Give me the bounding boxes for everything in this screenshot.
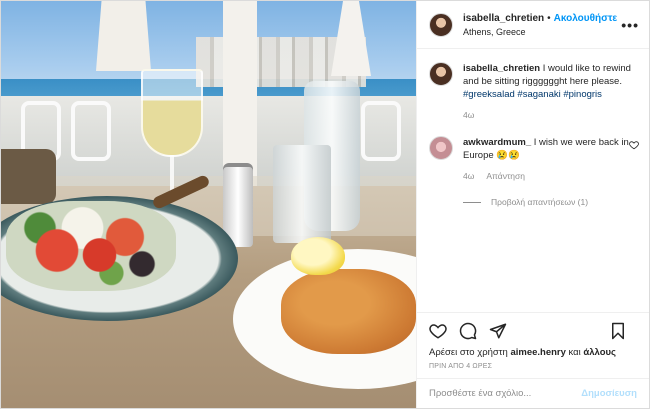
comment-meta: 4ω Απάντηση (463, 170, 629, 183)
follow-button[interactable]: Ακολουθήστε (554, 13, 618, 24)
likes-summary: Αρέσει στο χρήστη aimee.henry και άλλους (429, 347, 639, 358)
caption-body: isabella_chretien I would like to rewind… (463, 62, 639, 122)
hashtag-link[interactable]: #pinogris (563, 89, 602, 100)
caption-meta: 4ω (463, 109, 639, 122)
separator-dot: • (547, 12, 551, 24)
photo-water-glass (273, 145, 331, 243)
more-options-icon[interactable]: ••• (621, 17, 639, 33)
likes-user[interactable]: aimee.henry (510, 347, 565, 358)
view-replies-button[interactable]: Προβολή απαντήσεων (1) (463, 197, 639, 207)
comment-icon[interactable] (459, 322, 477, 340)
photo-umbrella (96, 1, 151, 71)
header-line: isabella_chretien • Ακολουθήστε (463, 13, 621, 24)
share-icon[interactable] (489, 322, 507, 340)
location-link[interactable]: Athens, Greece (463, 27, 621, 37)
caption-age[interactable]: 4ω (463, 110, 474, 120)
photo-saganaki (281, 269, 416, 354)
caption-comment: isabella_chretien I would like to rewind… (429, 62, 639, 122)
post-side-panel: isabella_chretien • Ακολουθήστε Athens, Gr… (416, 1, 649, 408)
comment-input[interactable] (429, 388, 582, 399)
caption-avatar[interactable] (429, 62, 453, 86)
photo-bread-basket (1, 149, 56, 204)
likes-others-link[interactable]: άλλους (583, 347, 616, 358)
header-text: isabella_chretien • Ακολουθήστε Athens, Gr… (463, 13, 621, 37)
photo-chair (361, 101, 401, 161)
replies-divider (463, 201, 481, 203)
author-username[interactable]: isabella_chretien (463, 13, 544, 24)
photo-greek-salad (6, 201, 176, 291)
like-heart-icon[interactable] (429, 322, 447, 340)
instagram-post-dialog: isabella_chretien • Ακολουθήστε Athens, Gr… (0, 0, 650, 409)
post-comment-button[interactable]: Δημοσίευση (581, 388, 637, 399)
photo-wine-glass (141, 69, 203, 157)
hashtag-link[interactable]: #greeksalad (463, 89, 515, 100)
comment-like-heart-icon[interactable] (629, 140, 639, 150)
photo-chair (71, 101, 111, 161)
view-replies-label: Προβολή απαντήσεων (1) (491, 197, 589, 207)
hashtag-link[interactable]: #saganaki (517, 89, 560, 100)
add-comment-bar: Δημοσίευση (417, 378, 649, 408)
photo-lemon (291, 237, 345, 275)
comment-text-block: awkwardmum_ I wish we were back in Europ… (463, 136, 629, 162)
comments-list: isabella_chretien I would like to rewind… (417, 50, 649, 312)
comment-age[interactable]: 4ω (463, 171, 474, 181)
comment-body: awkwardmum_ I wish we were back in Europ… (463, 136, 629, 183)
post-header: isabella_chretien • Ακολουθήστε Athens, Gr… (417, 1, 649, 49)
action-icons-row (429, 319, 639, 343)
likes-suffix: και (565, 347, 584, 358)
post-actions: Αρέσει στο χρήστη aimee.henry και άλλους… (417, 312, 649, 370)
post-photo[interactable] (1, 1, 416, 408)
caption-username[interactable]: isabella_chretien (463, 63, 540, 74)
commenter-username[interactable]: awkwardmum_ (463, 137, 531, 148)
author-avatar[interactable] (429, 12, 453, 37)
reply-button[interactable]: Απάντηση (486, 171, 525, 181)
caption-text-block: isabella_chretien I would like to rewind… (463, 62, 639, 101)
post-timestamp[interactable]: ΠΡΙΝ ΑΠΟ 4 ΩΡΕΣ (429, 363, 639, 370)
likes-prefix: Αρέσει στο χρήστη (429, 347, 511, 358)
save-bookmark-icon[interactable] (609, 322, 627, 340)
commenter-avatar[interactable] (429, 136, 453, 160)
comment-item: awkwardmum_ I wish we were back in Europ… (429, 136, 639, 183)
